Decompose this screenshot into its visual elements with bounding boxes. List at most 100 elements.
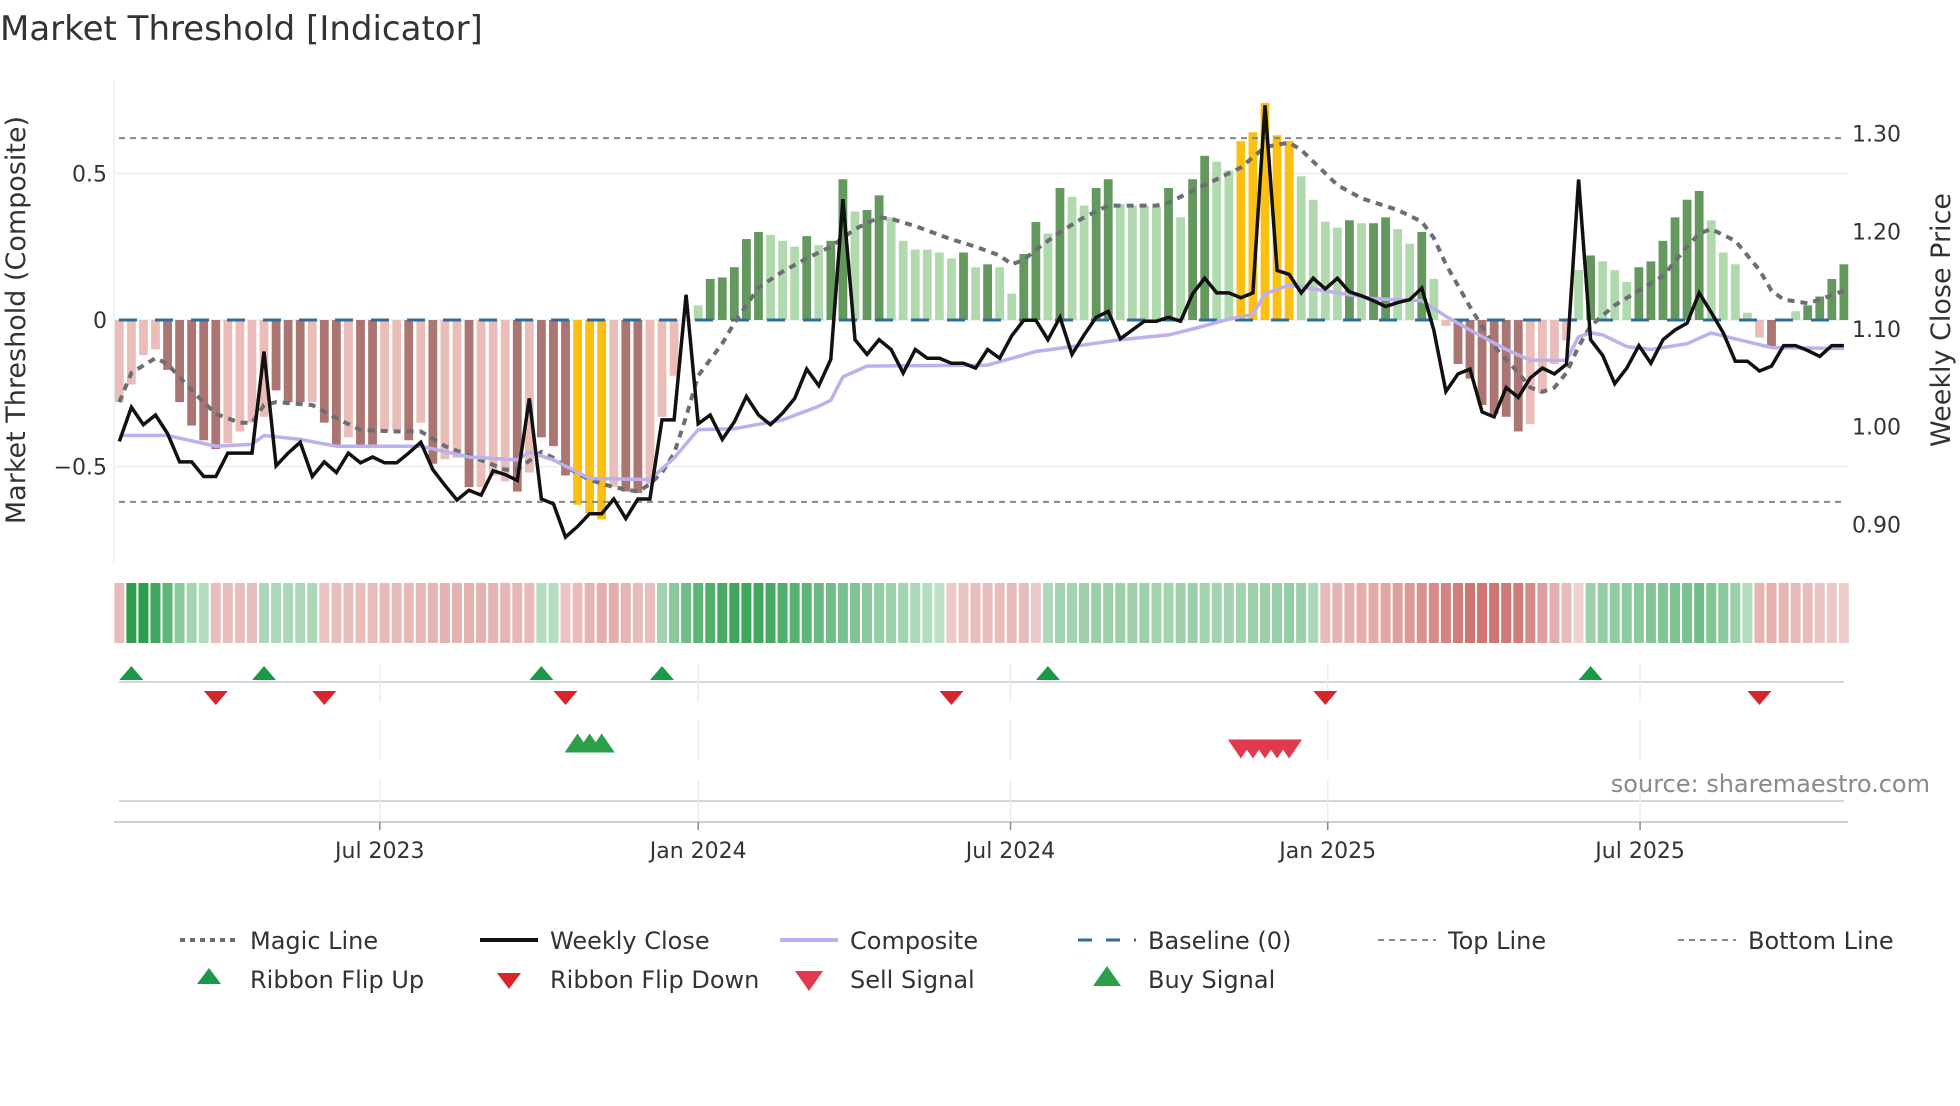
ribbon-cell — [1633, 583, 1644, 643]
ribbon-flip-up-marker — [650, 666, 674, 680]
ribbon-cell — [186, 583, 197, 643]
ribbon-cell — [922, 583, 933, 643]
ribbon-cell — [777, 583, 788, 643]
ribbon-cell — [596, 583, 607, 643]
ribbon-cell — [1730, 583, 1741, 643]
ribbon-cell — [1260, 583, 1270, 643]
ribbon-cell — [994, 583, 1005, 643]
composite-bar — [862, 210, 872, 320]
composite-bar — [1646, 261, 1656, 320]
ribbon-cell — [331, 583, 342, 643]
x-tick-label: Jan 2025 — [1277, 839, 1376, 864]
ribbon-cell — [741, 583, 752, 643]
composite-bar — [537, 320, 546, 438]
right-axis-label: Weekly Close Price — [1926, 193, 1957, 447]
ribbon-cell — [1030, 583, 1041, 643]
left-tick-label: 0.5 — [72, 162, 107, 187]
composite-bar — [1345, 220, 1354, 320]
ribbon-cell — [198, 583, 209, 643]
right-tick-label: 0.90 — [1852, 513, 1901, 538]
composite-bar — [657, 320, 667, 417]
composite-bar — [898, 240, 908, 320]
composite-bar — [151, 320, 160, 350]
legend-item-composite: Composite — [780, 927, 978, 955]
composite-bar — [1103, 179, 1113, 320]
composite-bar — [814, 245, 824, 320]
ribbon-cell — [259, 583, 270, 643]
ribbon-cell — [1597, 583, 1608, 643]
ribbon-cell — [343, 583, 354, 643]
ribbon-cell — [898, 583, 909, 643]
composite-bar — [1489, 320, 1499, 414]
composite-bar — [1357, 223, 1366, 320]
composite-bar — [380, 320, 390, 432]
ribbon-cell — [1392, 583, 1403, 643]
composite-bar — [1007, 293, 1017, 320]
ribbon-cell — [1802, 583, 1813, 643]
ribbon-cell — [174, 583, 185, 643]
ribbon-cell — [1308, 583, 1319, 643]
composite-bar — [983, 264, 993, 320]
composite-bar — [1670, 217, 1680, 320]
composite-bar — [1393, 229, 1403, 320]
legend-item-sell: Sell Signal — [795, 966, 975, 994]
composite-bar — [922, 249, 932, 320]
ribbon-cell — [946, 583, 957, 643]
ribbon-cell — [886, 583, 897, 643]
ribbon-cell — [403, 583, 414, 643]
composite-bar — [211, 320, 221, 450]
composite-bar — [802, 236, 812, 320]
ribbon-flip-down-marker — [1313, 691, 1338, 705]
legend-item-magic: Magic Line — [180, 927, 378, 955]
ribbon-cell — [584, 583, 595, 643]
composite-bar — [1827, 278, 1837, 320]
composite-bar — [549, 320, 558, 447]
left-tick-label: 0 — [93, 309, 107, 334]
ribbon-cell — [837, 583, 848, 643]
right-tick-label: 1.10 — [1852, 318, 1901, 343]
composite-bar — [1055, 188, 1065, 320]
ribbon-cell — [222, 583, 233, 643]
ribbon-cell — [451, 583, 462, 643]
composite-bar — [1441, 320, 1451, 326]
composite-bar — [1079, 205, 1089, 320]
x-tick-label: Jul 2024 — [964, 839, 1056, 864]
ribbon-cell — [1187, 583, 1198, 643]
legend-label: Magic Line — [250, 927, 378, 955]
composite-bar — [1658, 240, 1668, 320]
marker-rows — [119, 664, 1844, 822]
legend-label: Weekly Close — [550, 927, 710, 955]
ribbon-cell — [572, 583, 583, 643]
ribbon-cell — [1091, 583, 1102, 643]
composite-bar — [1115, 204, 1125, 320]
composite-bar — [331, 320, 341, 447]
ribbon-cell — [958, 583, 969, 643]
ribbon-cell — [1368, 583, 1379, 643]
ribbon-cell — [512, 583, 523, 643]
ribbon-cell — [439, 583, 450, 643]
ribbon-cell — [415, 583, 426, 643]
composite-bar — [175, 320, 184, 403]
ribbon-cell — [548, 583, 559, 643]
legend-label: Ribbon Flip Down — [550, 966, 759, 994]
ribbon-cell — [1501, 583, 1512, 643]
composite-bar — [1031, 222, 1041, 320]
ribbon-cell — [234, 583, 245, 643]
ribbon-cell — [427, 583, 438, 643]
composite-bar — [1019, 254, 1029, 320]
ribbon-cell — [1694, 583, 1705, 643]
composite-bar — [705, 278, 715, 320]
composite-bar — [669, 320, 679, 376]
composite-bar — [114, 320, 124, 403]
ribbon-cell — [729, 583, 740, 643]
source-credit: source: sharemaestro.com — [1611, 770, 1930, 798]
left-tick-label: −0.5 — [54, 456, 107, 481]
ribbon-cell — [1814, 583, 1825, 643]
ribbon-flip-up-marker — [252, 666, 277, 680]
composite-bar — [488, 320, 498, 476]
ribbon-flip-up-marker — [1035, 666, 1060, 680]
ribbon-cell — [934, 583, 945, 643]
composite-bar — [440, 320, 450, 460]
composite-bar — [223, 320, 233, 444]
ribbon-cell — [1223, 583, 1234, 643]
